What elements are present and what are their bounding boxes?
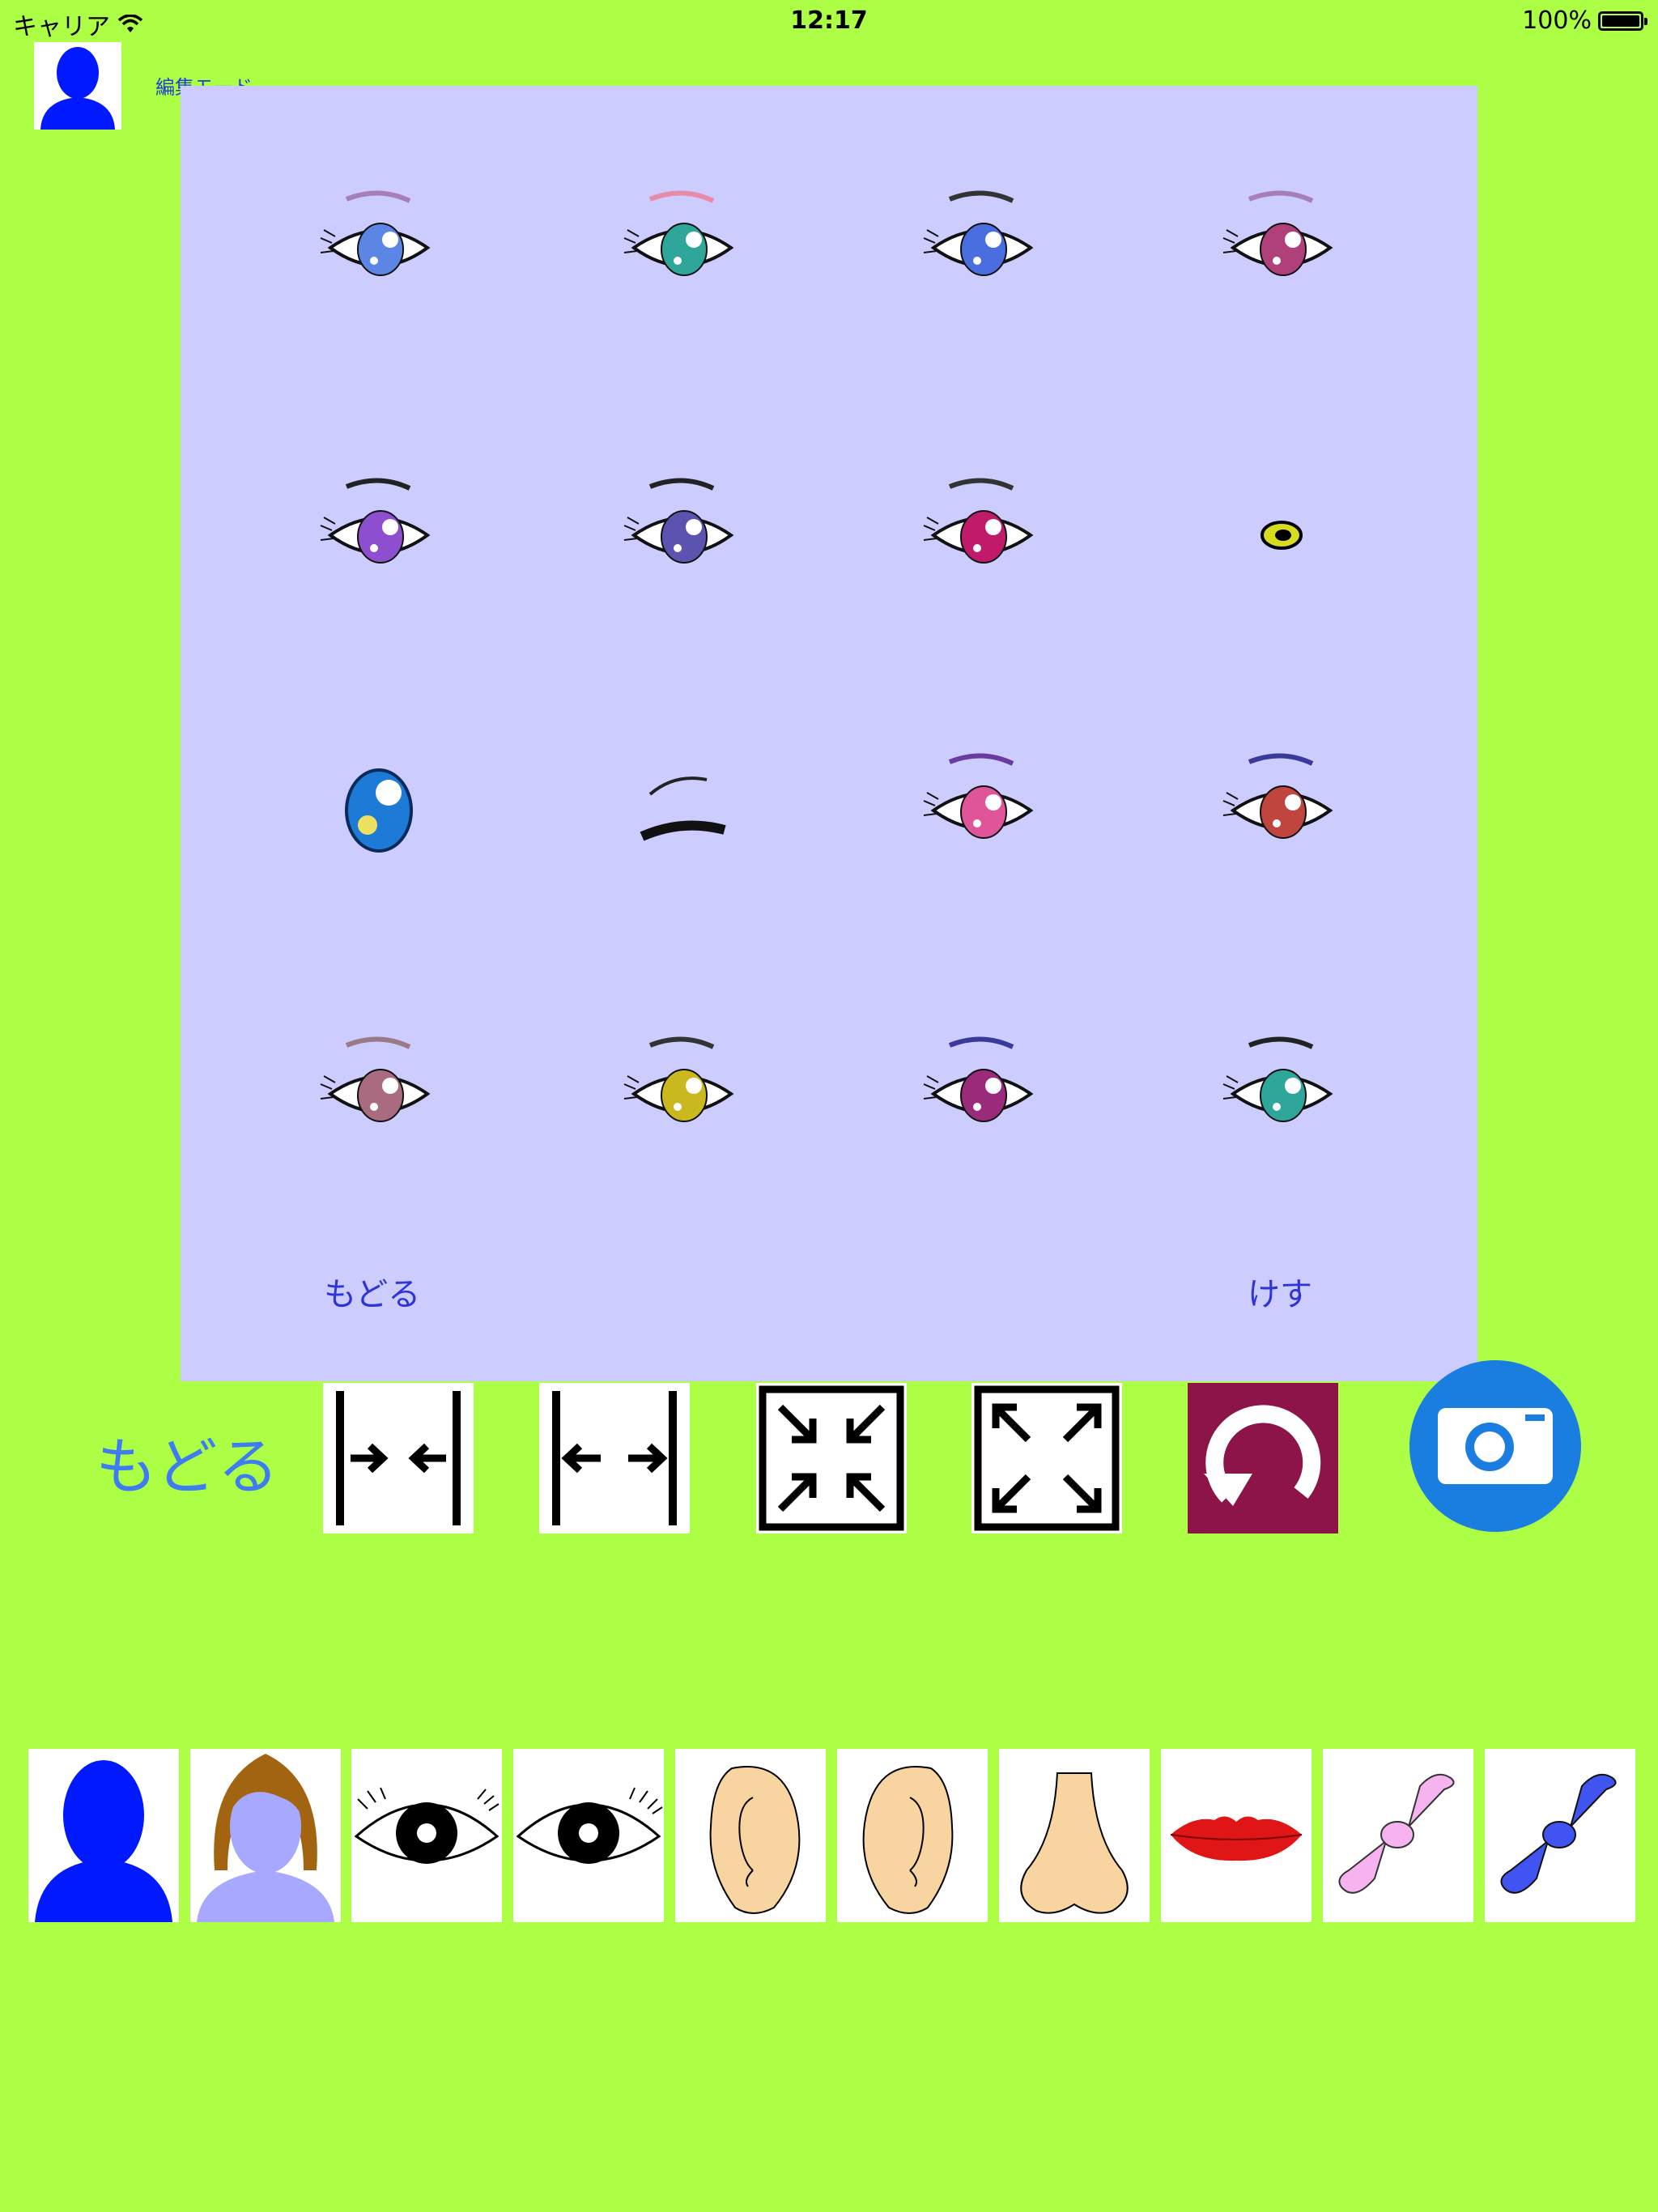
part-pink-ribbon-button[interactable] xyxy=(1323,1749,1473,1922)
part-nose-button[interactable] xyxy=(999,1749,1150,1922)
eye-picker-panel: もどる けす xyxy=(181,86,1477,1381)
hair-icon xyxy=(197,1754,334,1922)
narrow-icon xyxy=(336,1391,461,1525)
eye-icon xyxy=(1222,190,1333,276)
eye-icon xyxy=(923,478,1034,564)
part-right-eye-button[interactable] xyxy=(513,1749,664,1922)
eye-icon xyxy=(923,190,1034,276)
eye-option[interactable] xyxy=(1160,1001,1403,1187)
eye-option[interactable] xyxy=(1160,442,1403,628)
battery-info: 100% xyxy=(1522,6,1647,35)
lips-icon xyxy=(1170,1816,1303,1861)
eye-icon xyxy=(623,1036,734,1122)
eye-icon xyxy=(923,753,1034,839)
eye-icon xyxy=(623,190,734,276)
widen-icon xyxy=(552,1391,677,1525)
eye-icon xyxy=(1222,753,1333,839)
eye-icon xyxy=(923,1036,1034,1122)
enlarge-button[interactable] xyxy=(971,1383,1122,1534)
shrink-icon xyxy=(759,1385,904,1531)
nose-icon xyxy=(1020,1772,1129,1914)
battery-icon xyxy=(1598,11,1647,31)
right-eye-icon xyxy=(516,1787,663,1864)
picker-erase-button[interactable]: けす xyxy=(1248,1268,1312,1315)
face-silhouette-icon xyxy=(35,1760,172,1922)
camera-icon xyxy=(1438,1408,1553,1484)
eye-option[interactable] xyxy=(257,155,500,341)
eye-icon xyxy=(320,190,431,276)
eye-option[interactable] xyxy=(1160,155,1403,341)
part-hair-button[interactable] xyxy=(190,1749,341,1922)
rotate-button[interactable] xyxy=(1188,1383,1338,1534)
eye-option[interactable] xyxy=(561,717,804,904)
eye-option[interactable] xyxy=(257,442,500,628)
camera-button[interactable] xyxy=(1409,1360,1581,1532)
back-button[interactable]: もどる xyxy=(96,1417,278,1506)
right-ear-icon xyxy=(862,1766,954,1914)
part-blue-ribbon-button[interactable] xyxy=(1485,1749,1635,1922)
widen-button[interactable] xyxy=(539,1383,690,1534)
eye-option[interactable] xyxy=(257,1001,500,1187)
eye-option[interactable] xyxy=(861,442,1103,628)
eye-option[interactable] xyxy=(561,1001,804,1187)
eye-icon xyxy=(623,478,734,564)
eye-option[interactable] xyxy=(1160,717,1403,904)
part-left-eye-button[interactable] xyxy=(351,1749,502,1922)
part-left-ear-button[interactable] xyxy=(675,1749,826,1922)
eye-icon xyxy=(1261,521,1303,550)
face-silhouette-icon xyxy=(40,47,115,130)
rotate-icon xyxy=(1204,1405,1321,1506)
status-bar: キャリア 12:17 100% xyxy=(0,0,1658,45)
enlarge-icon xyxy=(974,1385,1120,1531)
battery-percent: 100% xyxy=(1522,6,1592,35)
eye-icon xyxy=(1222,1036,1333,1122)
eye-icon xyxy=(640,776,726,841)
pink-ribbon-icon xyxy=(1338,1773,1455,1894)
eye-icon xyxy=(345,768,413,853)
narrow-button[interactable] xyxy=(323,1383,474,1534)
shrink-button[interactable] xyxy=(756,1383,907,1534)
left-ear-icon xyxy=(709,1766,801,1914)
eye-option[interactable] xyxy=(861,155,1103,341)
part-right-ear-button[interactable] xyxy=(837,1749,988,1922)
eye-icon xyxy=(320,1036,431,1122)
eye-option[interactable] xyxy=(561,442,804,628)
eye-option[interactable] xyxy=(257,717,500,904)
eye-icon xyxy=(320,478,431,564)
part-face-button[interactable] xyxy=(28,1749,179,1922)
status-time: 12:17 xyxy=(790,6,868,35)
left-eye-icon xyxy=(354,1787,500,1864)
eye-option[interactable] xyxy=(861,1001,1103,1187)
current-face-avatar[interactable] xyxy=(34,42,121,130)
eye-option[interactable] xyxy=(561,155,804,341)
picker-back-button[interactable]: もどる xyxy=(324,1268,420,1315)
part-lips-button[interactable] xyxy=(1161,1749,1312,1922)
blue-ribbon-icon xyxy=(1500,1773,1617,1894)
eye-option[interactable] xyxy=(861,717,1103,904)
